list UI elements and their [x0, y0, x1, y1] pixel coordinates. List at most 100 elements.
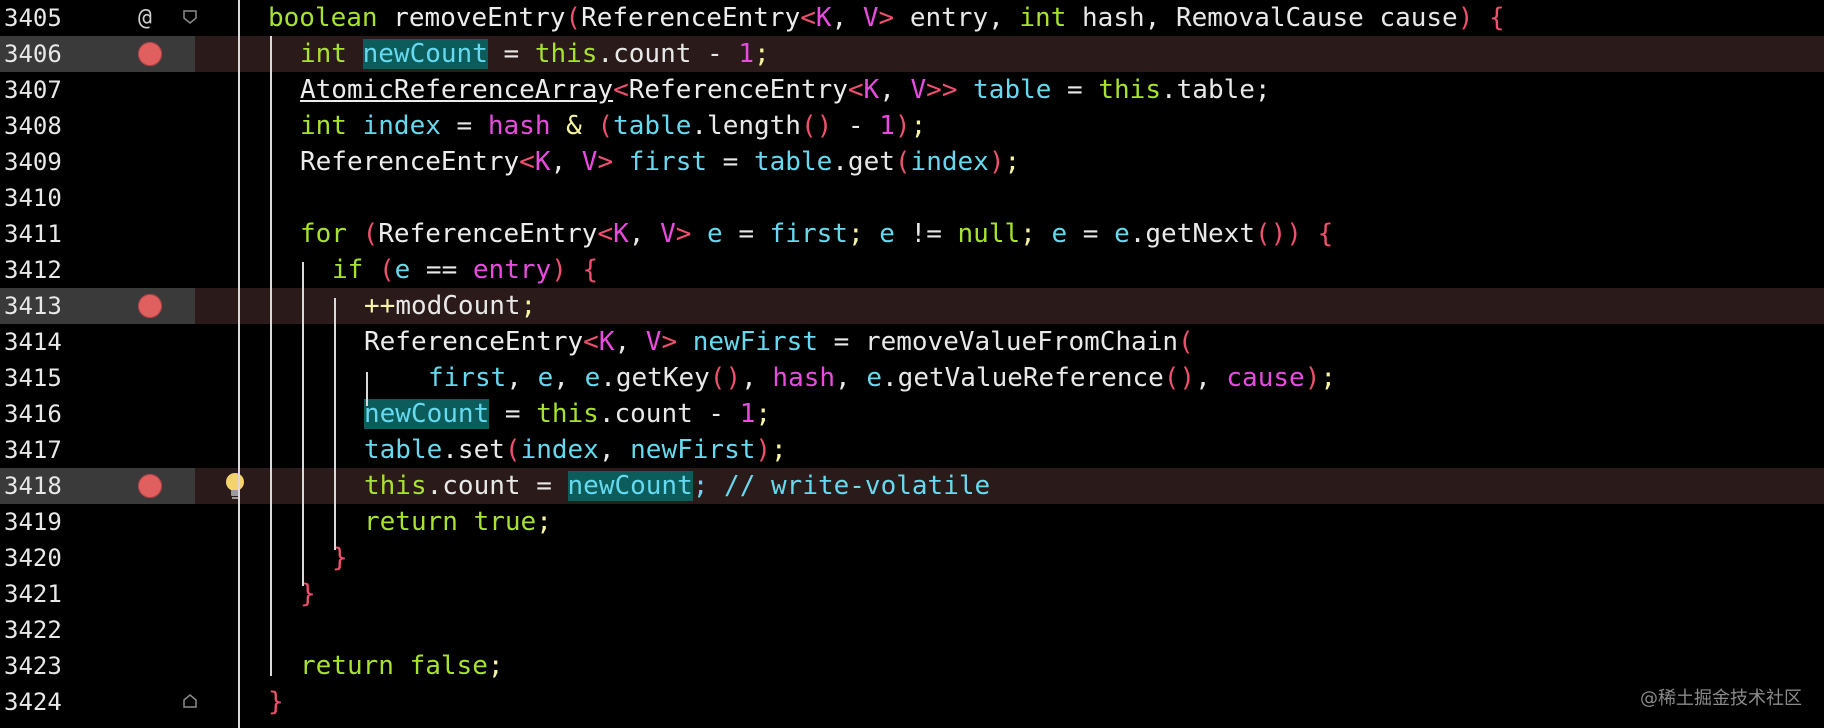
code-token: ,	[506, 363, 538, 393]
code-token: table	[364, 435, 443, 465]
code-line[interactable]: 3423 return false;	[0, 648, 1824, 684]
code-token: (	[1178, 327, 1194, 357]
code-line[interactable]: 3416 newCount = this.count - 1;	[0, 396, 1824, 432]
code-token: int	[1019, 3, 1067, 33]
code-token: ,	[1195, 363, 1227, 393]
code-text[interactable]: int index = hash & (table.length() - 1);	[300, 108, 926, 144]
code-token: e	[584, 363, 601, 393]
code-line[interactable]: 3422	[0, 612, 1824, 648]
code-text[interactable]: int newCount = this.count - 1;	[300, 36, 770, 72]
code-token: <	[800, 3, 816, 33]
code-text[interactable]: boolean removeEntry(ReferenceEntry<K, V>…	[268, 0, 1505, 36]
code-token: ()	[1163, 363, 1196, 393]
code-token: ,	[835, 363, 867, 393]
code-token: e	[1114, 219, 1130, 249]
code-token: (	[378, 255, 395, 285]
code-token: (	[597, 111, 614, 141]
indent-guide	[238, 0, 240, 728]
code-token: table	[957, 75, 1052, 105]
code-line[interactable]: 3413 ++modCount;	[0, 288, 1824, 324]
code-token: >	[675, 219, 692, 249]
code-line[interactable]: 3412 if (e == entry) {	[0, 252, 1824, 288]
code-token: .count -	[598, 399, 740, 429]
code-text[interactable]: ReferenceEntry<K, V> first = table.get(i…	[300, 144, 1020, 180]
code-line[interactable]: 3421}	[0, 576, 1824, 612]
code-line[interactable]: 3415 first, e, e.getKey(), hash, e.getVal…	[0, 360, 1824, 396]
code-token: ; // write-volatile	[692, 471, 991, 501]
code-text[interactable]: ReferenceEntry<K, V> newFirst = removeVa…	[364, 324, 1194, 360]
code-token: V	[862, 3, 879, 33]
line-number: 3407	[4, 76, 62, 104]
code-token: K	[815, 3, 832, 33]
code-token: 1	[879, 111, 895, 141]
code-text[interactable]: this.count = newCount; // write-volatile	[364, 468, 990, 504]
line-number: 3414	[4, 328, 62, 356]
code-token: ;	[847, 219, 880, 249]
override-annotation-icon[interactable]: @	[138, 0, 152, 36]
code-token: .getValueReference	[882, 363, 1164, 393]
code-line[interactable]: 3418 this.count = newCount; // write-vola…	[0, 468, 1824, 504]
code-text[interactable]: for (ReferenceEntry<K, V> e = first; e !…	[300, 216, 1333, 252]
code-token: return	[300, 651, 394, 681]
code-token: ReferenceEntry	[628, 75, 848, 105]
code-line[interactable]: 3419 return true;	[0, 504, 1824, 540]
code-token: e	[879, 219, 895, 249]
lightbulb-icon[interactable]	[222, 471, 248, 501]
code-token: ,	[553, 363, 585, 393]
code-token: (	[894, 147, 911, 177]
code-text[interactable]: first, e, e.getKey(), hash, e.getValueRe…	[428, 360, 1336, 396]
code-text[interactable]: return false;	[300, 648, 504, 684]
code-text[interactable]: newCount = this.count - 1;	[364, 396, 771, 432]
fold-icon[interactable]	[183, 694, 197, 708]
indent-guide	[334, 298, 336, 550]
breakpoint-icon[interactable]	[138, 42, 162, 66]
code-token: ;	[1320, 363, 1336, 393]
code-token: this	[534, 39, 598, 69]
code-line[interactable]: 3424}	[0, 684, 1824, 720]
code-line[interactable]: 3410	[0, 180, 1824, 216]
code-token: hash, RemovalCause cause	[1066, 3, 1458, 33]
code-text[interactable]: return true;	[364, 504, 552, 540]
watermark: @稀土掘金技术社区	[1640, 688, 1802, 709]
code-token: ;	[1020, 219, 1052, 249]
code-line[interactable]: 3408 int index = hash & (table.length() -…	[0, 108, 1824, 144]
code-line[interactable]: 3405 @ boolean removeEntry(ReferenceEntry<…	[0, 0, 1824, 36]
line-number: 3421	[4, 580, 62, 608]
code-text[interactable]: ++modCount;	[364, 288, 536, 324]
code-token: int	[300, 111, 347, 141]
code-text[interactable]: if (e == entry) {	[332, 252, 598, 288]
code-token: {	[582, 255, 599, 285]
code-token: .set	[442, 435, 505, 465]
breakpoint-icon[interactable]	[138, 474, 162, 498]
code-token: )	[894, 111, 911, 141]
line-number: 3423	[4, 652, 62, 680]
breakpoint-icon[interactable]	[138, 294, 162, 318]
code-token: =	[489, 399, 537, 429]
code-line[interactable]: 3414 ReferenceEntry<K, V> newFirst = remo…	[0, 324, 1824, 360]
code-token: V	[581, 147, 598, 177]
code-text[interactable]: AtomicReferenceArray<ReferenceEntry<K, V…	[300, 72, 1271, 108]
code-token: return	[364, 507, 458, 537]
code-line[interactable]: 3411 for (ReferenceEntry<K, V> e = first;…	[0, 216, 1824, 252]
code-line[interactable]: 3407 AtomicReferenceArray<ReferenceEntry<…	[0, 72, 1824, 108]
code-line[interactable]: 3420}	[0, 540, 1824, 576]
line-number: 3411	[4, 220, 62, 248]
code-token: hash	[487, 111, 551, 141]
code-token: ,	[598, 435, 631, 465]
code-token: ;	[754, 39, 770, 69]
code-token: ==	[410, 255, 473, 285]
code-line[interactable]: 3409 ReferenceEntry<K, V> first = table.g…	[0, 144, 1824, 180]
code-token: AtomicReferenceArray	[300, 75, 614, 105]
code-editor[interactable]: 3405 @ boolean removeEntry(ReferenceEntry<…	[0, 0, 1824, 728]
fold-icon[interactable]	[183, 10, 197, 24]
code-line[interactable]: 3406 int newCount = this.count - 1;	[0, 36, 1824, 72]
code-text[interactable]: table.set(index, newFirst);	[364, 432, 787, 468]
code-line[interactable]: 3417 table.set(index, newFirst);	[0, 432, 1824, 468]
code-token: for	[300, 219, 347, 249]
code-token: =	[487, 39, 535, 69]
code-token: >	[878, 3, 895, 33]
code-text[interactable]: }	[268, 684, 284, 720]
code-token: int	[300, 39, 347, 69]
